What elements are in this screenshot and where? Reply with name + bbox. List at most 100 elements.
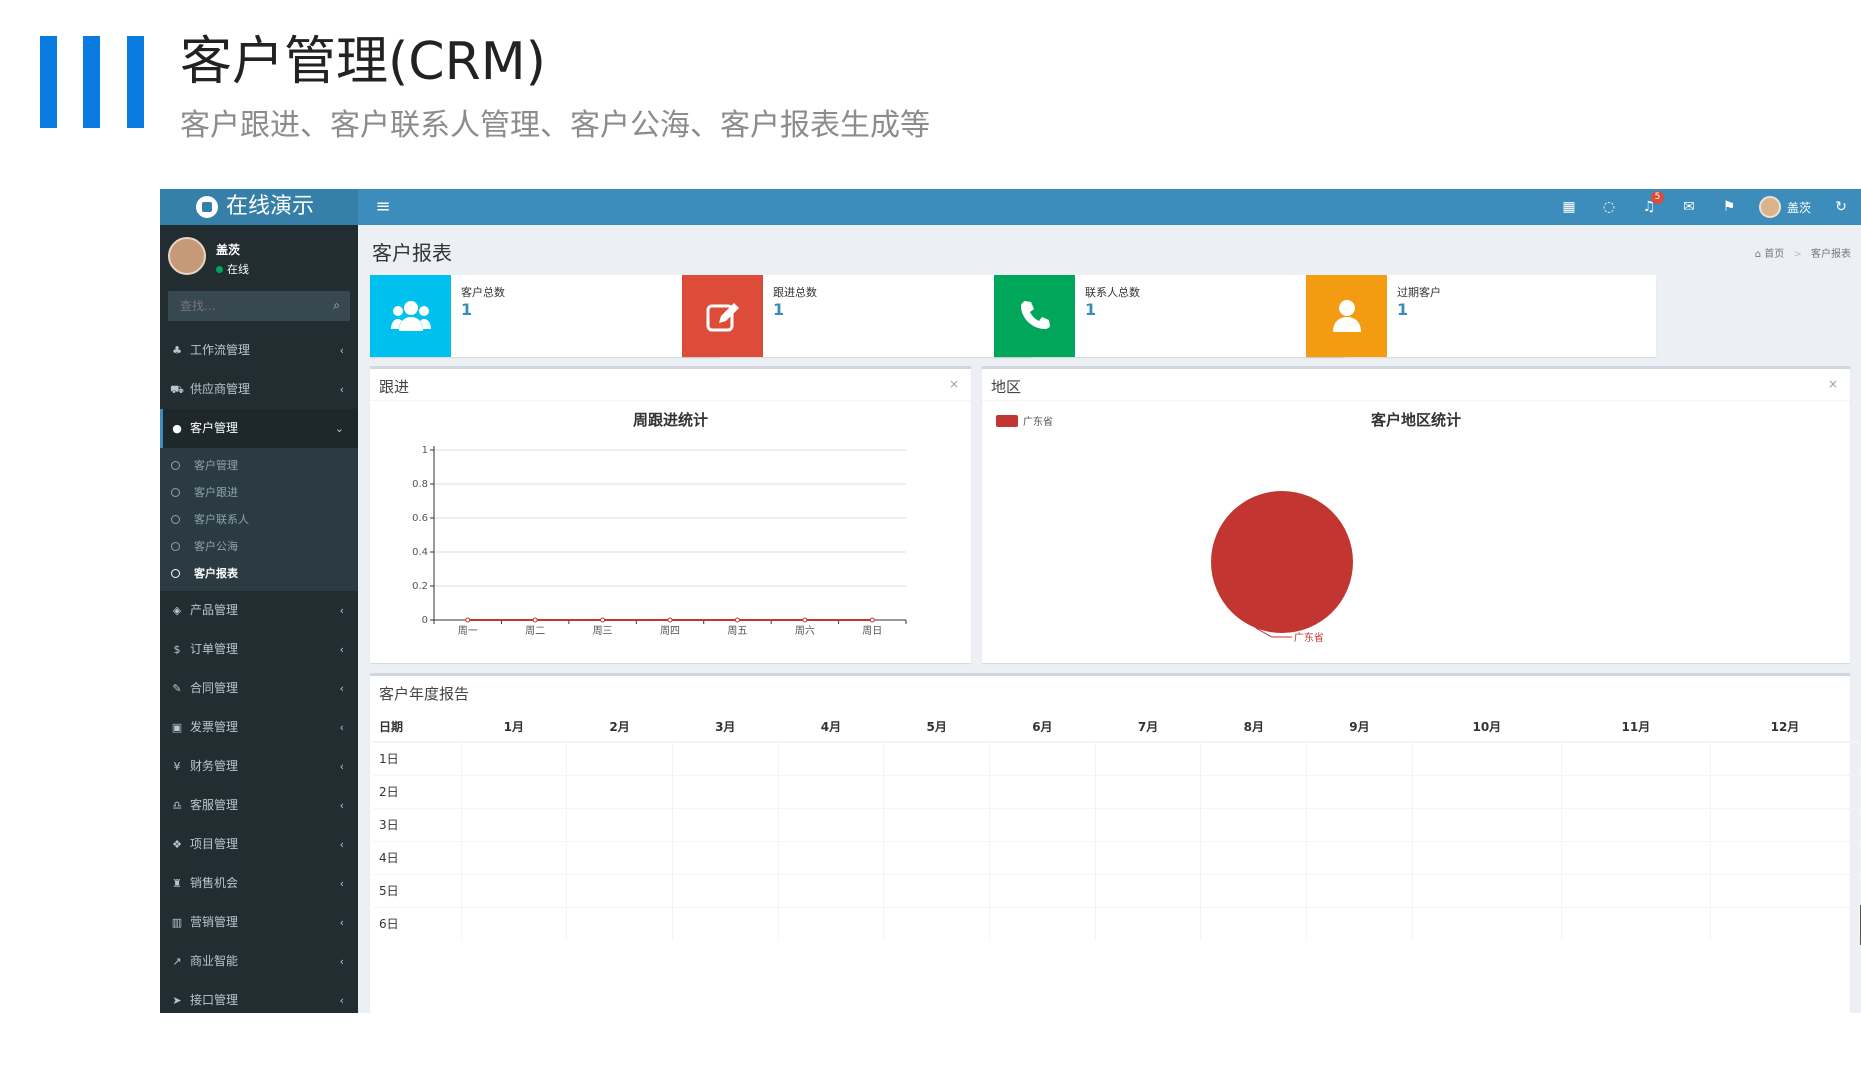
- y-tick-label: 0.8: [412, 479, 428, 490]
- breadcrumb-home[interactable]: 首页: [1764, 249, 1784, 260]
- info-box-value: 1: [1397, 300, 1409, 319]
- info-box: 客户总数 1: [370, 275, 720, 357]
- table-cell: [672, 906, 779, 940]
- chevron-left-icon: ‹: [339, 760, 344, 773]
- info-box-value: 1: [1085, 300, 1097, 319]
- notification-badge: 5: [1650, 191, 1664, 204]
- sidebar-item[interactable]: ◈ 产品管理 ‹: [160, 591, 358, 630]
- table-row-date: 6日: [373, 906, 462, 940]
- sidebar-item[interactable]: ⛟ 供应商管理 ‹: [160, 370, 358, 409]
- sidebar-toggle-button[interactable]: ≡: [370, 189, 396, 225]
- sidebar-item-label: 财务管理: [190, 759, 239, 773]
- sidebar-subitem[interactable]: 客户公海: [160, 533, 358, 560]
- close-icon[interactable]: ×: [949, 377, 959, 391]
- table-header-cell: 8月: [1200, 712, 1307, 743]
- edit-icon: [682, 275, 763, 357]
- table-cell: [1710, 807, 1861, 841]
- table-cell: [778, 807, 885, 841]
- user-name: 盖茨: [1786, 200, 1811, 215]
- breadcrumb-current: 客户报表: [1811, 249, 1851, 260]
- slide-subtitle: 客户跟进、客户联系人管理、客户公海、客户报表生成等: [180, 108, 930, 143]
- circle-icon: [171, 488, 180, 497]
- sidebar-item[interactable]: ♎ 客服管理 ‹: [160, 786, 358, 825]
- table-cell: [1561, 774, 1711, 808]
- calculator-icon[interactable]: ▦: [1549, 189, 1589, 225]
- table-cell: [461, 906, 568, 940]
- brand-logo-link[interactable]: 在线演示: [160, 189, 358, 225]
- chevron-left-icon: ‹: [339, 994, 344, 1007]
- sidebar-subitem[interactable]: 客户报表: [160, 560, 358, 587]
- user-menu[interactable]: 盖茨: [1749, 189, 1821, 225]
- envelope-icon[interactable]: ✉: [1669, 189, 1709, 225]
- info-box: 过期客户 1: [1306, 275, 1656, 357]
- chevron-left-icon: ‹: [339, 682, 344, 695]
- y-tick-label: 0.4: [412, 547, 428, 558]
- table-header-cell: 11月: [1561, 712, 1711, 743]
- table-row: 5日: [373, 873, 1861, 907]
- flag-icon[interactable]: ⚑: [1709, 189, 1749, 225]
- table-row-date: 4日: [373, 840, 462, 874]
- data-point: [600, 617, 606, 623]
- sidebar-item[interactable]: ♜ 销售机会 ‹: [160, 864, 358, 903]
- table-cell: [1095, 873, 1202, 907]
- sidebar-item-label: 发票管理: [190, 720, 239, 734]
- sidebar-subitem-label: 客户联系人: [194, 513, 249, 526]
- table-cell: [1412, 774, 1562, 808]
- truck-icon: ⛟: [170, 383, 184, 396]
- slide-accent-bars: [40, 36, 144, 128]
- bell-icon[interactable]: ♫ 5: [1629, 189, 1669, 225]
- sidebar-menu: ♣ 工作流管理 ‹ ⛟ 供应商管理 ‹ ● 客户管理 ⌄ 客户管理 客户跟进 客户联系人 客户公海 客户报…: [160, 331, 358, 1013]
- close-icon[interactable]: ×: [1828, 377, 1838, 391]
- sidebar-subitem[interactable]: 客户管理: [160, 452, 358, 479]
- sidebar-item[interactable]: ▥ 营销管理 ‹: [160, 903, 358, 942]
- sidebar-item[interactable]: ▣ 发票管理 ‹: [160, 708, 358, 747]
- sidebar-item[interactable]: ➤ 接口管理 ‹: [160, 981, 358, 1013]
- table-cell: [778, 906, 885, 940]
- table-cell: [1412, 906, 1562, 940]
- sidebar-item[interactable]: ● 客户管理 ⌄: [160, 409, 358, 448]
- sidebar-submenu: 客户管理 客户跟进客户联系人客户公海 客户报表: [160, 448, 358, 591]
- circle-icon: [171, 542, 180, 551]
- sitemap-icon: ♣: [172, 344, 182, 357]
- panel-title: 客户年度报告: [379, 685, 470, 703]
- table-cell: [1561, 807, 1711, 841]
- sidebar-item[interactable]: $ 订单管理 ‹: [160, 630, 358, 669]
- pie-slice: [1211, 491, 1353, 633]
- brand-name: 在线演示: [226, 194, 315, 219]
- annual-report-panel: 客户年度报告 日期 1月 2月 3月 4月 5月 6月 7月 8月 9月 10月 11月 12月 1日 2日…: [370, 673, 1861, 1013]
- sidebar-item[interactable]: ↗ 商业智能 ‹: [160, 942, 358, 981]
- sidebar-item[interactable]: ♣ 工作流管理 ‹: [160, 331, 358, 370]
- info-box-label: 客户总数: [461, 286, 505, 299]
- table-cell: [566, 873, 673, 907]
- dollar-icon: $: [173, 643, 181, 656]
- table-cell: [1412, 741, 1562, 775]
- sidebar-item[interactable]: ¥ 财务管理 ‹: [160, 747, 358, 786]
- info-box-label: 联系人总数: [1085, 286, 1140, 299]
- table-cell: [1306, 873, 1413, 907]
- sidebar-item[interactable]: ✎ 合同管理 ‹: [160, 669, 358, 708]
- refresh-icon[interactable]: ↻: [1821, 189, 1861, 225]
- table-cell: [461, 774, 568, 808]
- table-cell: [672, 873, 779, 907]
- sidebar-item-label: 合同管理: [190, 681, 239, 695]
- sidebar-subitem[interactable]: 客户联系人: [160, 506, 358, 533]
- chat-icon[interactable]: ◌: [1589, 189, 1629, 225]
- user-icon: [1306, 275, 1387, 357]
- table-cell: [1561, 873, 1711, 907]
- panel-header: 客户年度报告: [370, 676, 1850, 708]
- sidebar-search-input[interactable]: [168, 291, 350, 321]
- data-point: [532, 617, 538, 623]
- search-icon[interactable]: ⌕: [333, 298, 340, 313]
- table-cell: [1710, 774, 1861, 808]
- sidebar-subitem[interactable]: 客户跟进: [160, 479, 358, 506]
- sidebar-item[interactable]: ❖ 项目管理 ‹: [160, 825, 358, 864]
- sidebar-item-label: 项目管理: [190, 837, 239, 851]
- table-cell: [1200, 807, 1308, 841]
- y-tick-label: 0.6: [412, 513, 428, 524]
- data-point: [465, 617, 471, 623]
- online-dot-icon: [216, 266, 223, 273]
- sidebar-user-status: 在线: [216, 261, 249, 277]
- table-cell: [1412, 840, 1562, 874]
- avatar: [1758, 196, 1781, 218]
- main-content: 客户报表 ⌂ 首页 > 客户报表 客户总数 1 跟进总数 1 联系人总数 1 过期客户 1 跟…: [358, 225, 1861, 1013]
